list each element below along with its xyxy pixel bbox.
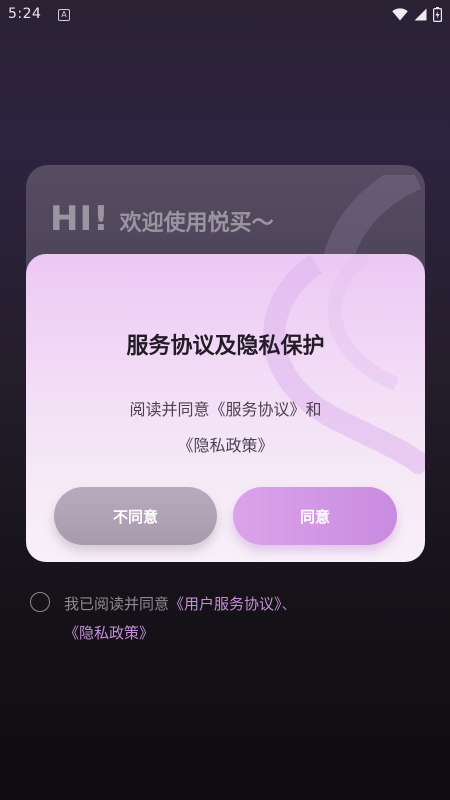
status-time: 5:24	[8, 6, 42, 22]
disagree-button[interactable]: 不同意	[54, 487, 217, 545]
privacy-dialog: 服务协议及隐私保护 阅读并同意《服务协议》和 《隐私政策》 不同意 同意	[26, 254, 425, 562]
welcome-hi: HI!	[50, 199, 110, 239]
wifi-icon	[392, 8, 408, 21]
a-notification-icon: A	[58, 9, 70, 21]
status-icons	[392, 7, 442, 22]
agreement-prefix: 我已阅读并同意	[64, 595, 170, 613]
dialog-body: 阅读并同意《服务协议》和 《隐私政策》	[26, 392, 425, 464]
privacy-policy-link[interactable]: 《隐私政策》	[64, 624, 154, 642]
welcome-text: 欢迎使用悦买～	[119, 211, 274, 236]
dialog-title: 服务协议及隐私保护	[126, 334, 325, 359]
agreement-radio[interactable]	[30, 592, 50, 612]
user-service-agreement-link[interactable]: 《用户服务协议》	[169, 595, 282, 613]
battery-icon	[433, 7, 442, 22]
agreement-separator: 、	[281, 595, 297, 613]
dialog-body-line2: 《隐私政策》	[177, 436, 274, 455]
signal-icon	[414, 8, 427, 21]
welcome-heading: HI! 欢迎使用悦买～	[50, 199, 274, 239]
agree-button[interactable]: 同意	[233, 487, 397, 545]
dialog-body-line1: 阅读并同意《服务协议》和	[129, 400, 322, 419]
agreement-text: 我已阅读并同意《用户服务协议》、《隐私政策》	[64, 590, 384, 648]
status-bar: 5:24 A	[0, 0, 450, 30]
